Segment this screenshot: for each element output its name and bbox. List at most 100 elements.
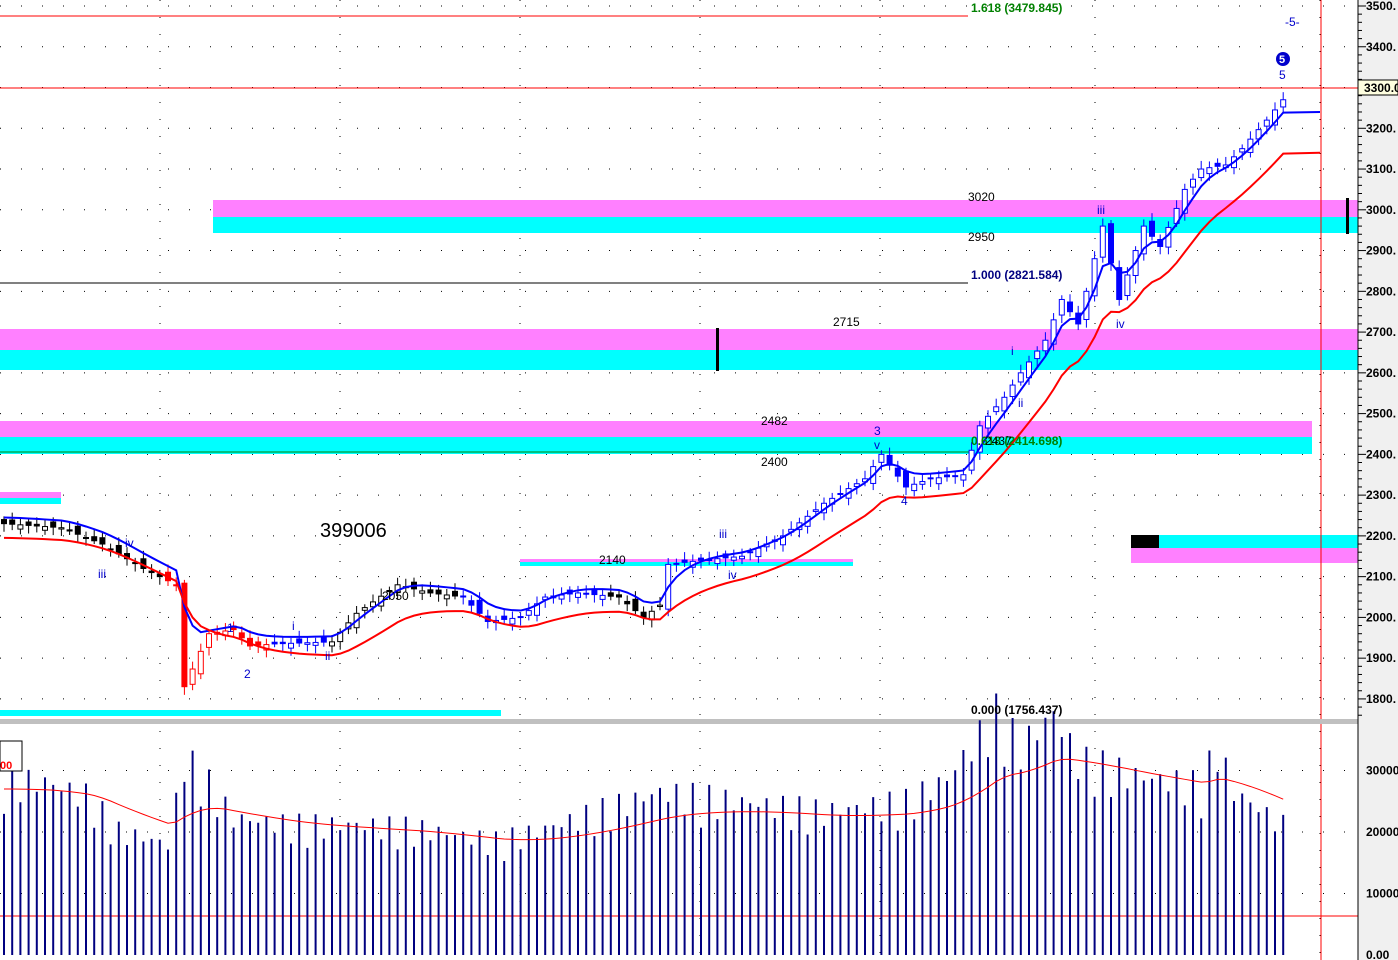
zone-upper <box>0 492 61 498</box>
candle-body <box>517 616 524 619</box>
zone-label-2050: 2050 <box>382 589 409 603</box>
candle-body <box>673 562 680 565</box>
candle-body <box>1067 301 1073 313</box>
zone-lower <box>0 437 1312 454</box>
zone-upper <box>0 329 1358 350</box>
wave-label: 2 <box>244 667 251 681</box>
wave-label: -5- <box>1285 15 1300 29</box>
candle-body <box>1198 168 1205 179</box>
candle-body <box>599 594 606 600</box>
candle-body <box>878 453 885 463</box>
price-tick-label: 2900. <box>1366 244 1396 258</box>
candle-body <box>1042 339 1049 352</box>
candle-body <box>739 555 745 560</box>
candle-body <box>935 477 942 485</box>
candle-body <box>993 406 1000 413</box>
candle-body <box>525 610 532 616</box>
candle-body <box>607 592 614 597</box>
wave-label: iv <box>1116 317 1125 331</box>
candle-body <box>837 492 844 495</box>
candle-body <box>83 537 89 540</box>
price-tick-label: 1800. <box>1366 692 1396 706</box>
panel-divider <box>0 719 1358 724</box>
candle-body <box>66 529 73 532</box>
candle-body <box>197 650 204 675</box>
candle-body <box>468 600 475 606</box>
marker-bar <box>716 328 719 371</box>
zone-label-2400: 2400 <box>761 455 788 469</box>
candle-body <box>460 595 467 598</box>
candle-body <box>894 467 901 477</box>
candle-body <box>74 525 81 535</box>
wave-label: iii <box>719 527 727 541</box>
zone-label-2482: 2482 <box>761 414 788 428</box>
candle-body <box>985 415 991 429</box>
candle-body <box>1239 148 1246 153</box>
candles <box>1 92 1287 695</box>
candle-body <box>624 600 631 605</box>
symbol-code: 399006 <box>320 520 387 542</box>
candle-body <box>279 641 286 645</box>
price-tick-label: 3500. <box>1366 0 1396 13</box>
zone-marker <box>1131 535 1159 548</box>
candle-body <box>681 559 688 563</box>
fib-0000-label: 0.000 (1756.437) <box>971 703 1062 717</box>
candle-body <box>452 590 458 597</box>
marker-bar <box>1346 198 1349 234</box>
candle-body <box>1 519 7 525</box>
wave-label: iv <box>728 568 737 582</box>
candle-body <box>312 641 319 646</box>
candle-body <box>575 592 581 598</box>
candle-body <box>591 589 598 596</box>
zone-label-2950: 2950 <box>968 230 995 244</box>
candle-body <box>476 599 483 614</box>
candle-body <box>1017 372 1024 383</box>
price-tick-label: 3000. <box>1366 203 1396 217</box>
candle-body <box>1034 350 1041 360</box>
price-tick-label: 2700. <box>1366 325 1396 339</box>
price-tick-label: 2000. <box>1366 610 1396 624</box>
zone-lower <box>0 350 1358 370</box>
candle-body <box>755 547 762 558</box>
candle-body <box>927 477 934 480</box>
price-tick-label: 2400. <box>1366 447 1396 461</box>
price-tick-label: 2600. <box>1366 366 1396 380</box>
volume-tick-label: 30000 <box>1366 764 1398 778</box>
wave-label: i <box>292 619 295 633</box>
candle-body <box>583 592 590 595</box>
zone-lower <box>0 498 61 504</box>
candle-body <box>99 537 106 545</box>
volume-tick-label: 20000 <box>1366 825 1398 839</box>
candle-body <box>1190 178 1196 188</box>
wave-label: 3 <box>874 424 881 438</box>
candle-body <box>1099 225 1106 258</box>
price-tick-label: 2800. <box>1366 284 1396 298</box>
candle-body <box>657 604 663 608</box>
support-resistance-zones <box>0 200 1358 716</box>
candle-body <box>1009 384 1016 398</box>
candle-body <box>9 519 16 525</box>
zone-label-2715: 2715 <box>833 315 860 329</box>
volume-value-label: 00 <box>0 760 12 772</box>
candle-body <box>148 570 155 574</box>
candle-body <box>903 470 909 488</box>
candle-body <box>42 526 48 531</box>
candle-body <box>919 481 926 485</box>
candle-body <box>17 524 24 530</box>
candle-body <box>1263 119 1270 127</box>
candle-body <box>58 527 65 530</box>
candle-body <box>320 637 327 643</box>
grid <box>0 0 1358 955</box>
wave-label: 1 <box>227 621 234 635</box>
price-tick-label: 3400. <box>1366 40 1396 54</box>
candle-body <box>632 598 639 612</box>
wave-label: i <box>1011 344 1014 358</box>
candle-body <box>714 558 721 565</box>
candle-body <box>50 521 57 528</box>
candle-body <box>91 536 98 542</box>
volume-tick-label: 10000 <box>1366 887 1398 901</box>
candle-body <box>296 638 303 644</box>
price-tick-label: 2200. <box>1366 529 1396 543</box>
price-tick-label: 3100. <box>1366 162 1396 176</box>
candle-body <box>304 642 311 645</box>
